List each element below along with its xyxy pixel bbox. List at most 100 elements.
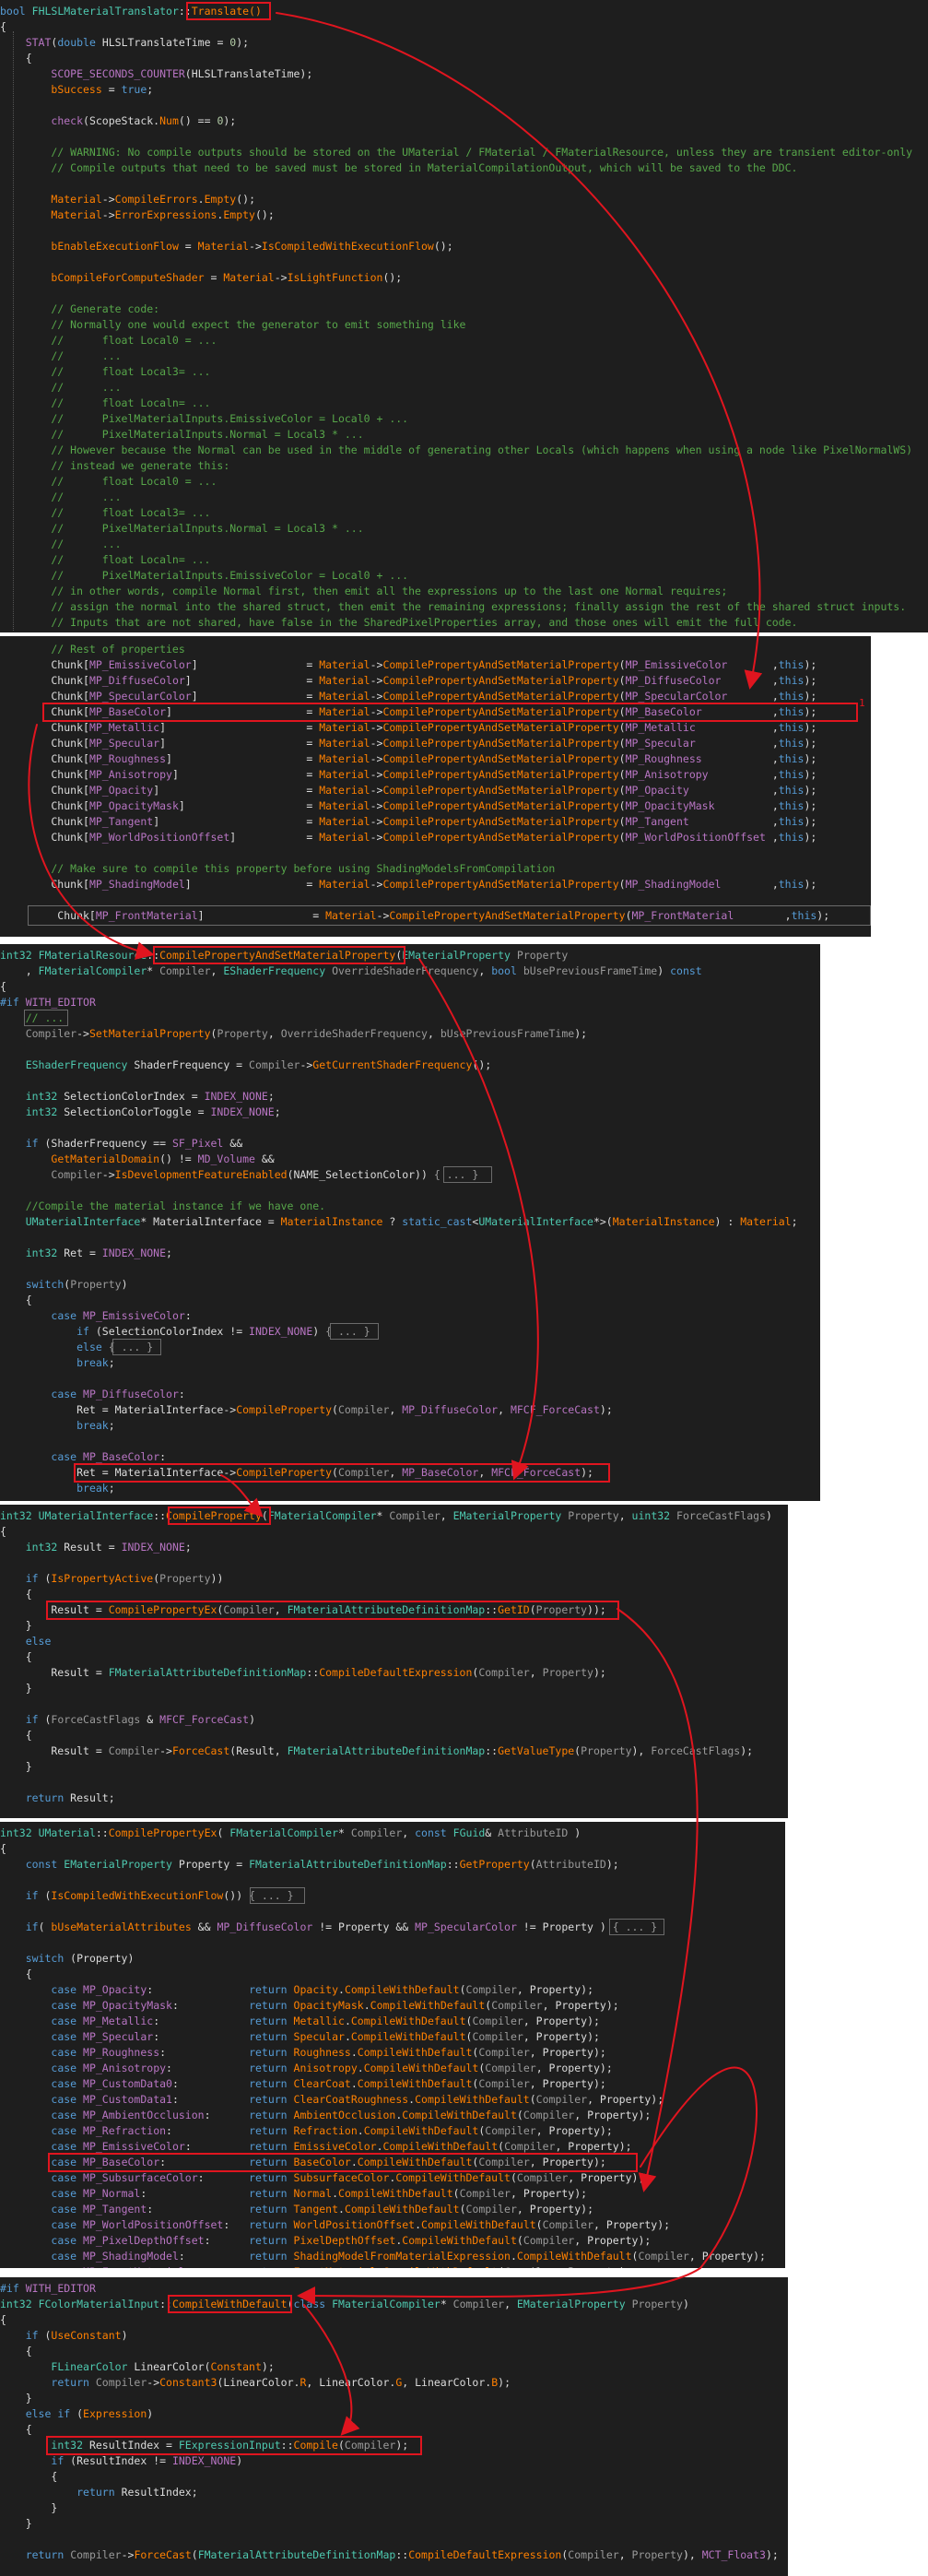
code-comment: // instead we generate this: — [0, 459, 230, 472]
code-line: return Compiler->ForceCast(FMaterialAttr… — [25, 2548, 779, 2561]
code-line: { — [0, 52, 32, 65]
code-line: case MP_Opacity: return Opacity.CompileW… — [51, 1983, 593, 1996]
code-line: if( bUseMaterialAttributes && MP_Diffuse… — [25, 1920, 658, 1933]
code-line: SCOPE_SECONDS_COUNTER(HLSLTranslateTime)… — [51, 67, 313, 80]
code-line: case MP_DiffuseColor: — [51, 1388, 185, 1400]
code-line: Chunk[MP_OpacityMask] = Material->Compil… — [0, 799, 817, 812]
code-line: { — [0, 1588, 32, 1601]
fold-marker[interactable] — [24, 1010, 68, 1026]
code-panel-translate: bool FHLSLMaterialTranslator::Translate(… — [0, 0, 928, 632]
fold-marker[interactable] — [250, 1887, 305, 1904]
code-line: Chunk[MP_ShadingModel] = Material->Compi… — [0, 878, 817, 891]
code-line: switch (Property) — [25, 1952, 135, 1965]
code-line: Chunk[MP_Opacity] = Material->CompilePro… — [0, 784, 817, 797]
code-comment: // ... — [0, 381, 122, 394]
code-panel-compilewithdefault: #if WITH_EDITOR int32 FColorMaterialInpu… — [0, 2277, 788, 2576]
code-line: if (IsPropertyActive(Property)) — [25, 1572, 224, 1585]
basecolor-case-highlight — [74, 1463, 610, 1483]
code-line: break; — [76, 1356, 115, 1369]
code-line: Chunk[MP_EmissiveColor] = Material->Comp… — [0, 658, 817, 671]
code-line: { — [0, 2313, 6, 2326]
code-line: case MP_Refraction: return Refraction.Co… — [51, 2124, 613, 2137]
code-comment: // float Localn= ... — [0, 396, 211, 409]
code-line: return Compiler->Constant3(LinearColor.R… — [51, 2376, 511, 2389]
code-line: { — [0, 1729, 32, 1742]
code-line: case MP_Roughness: return Roughness.Comp… — [51, 2046, 606, 2059]
code-line: int32 FColorMaterialInput::CompileWithDe… — [0, 2298, 689, 2310]
code-line: case MP_AmbientOcclusion: return Ambient… — [51, 2109, 652, 2121]
code-line: return ResultIndex; — [76, 2486, 198, 2499]
annotation-number: 1 — [859, 697, 865, 709]
code-line: EShaderFrequency ShaderFrequency = Compi… — [25, 1058, 492, 1071]
code-line: break; — [76, 1482, 115, 1495]
fold-marker[interactable] — [112, 1339, 161, 1355]
code-comment: // ... — [0, 349, 122, 362]
code-comment: // float Local3= ... — [0, 506, 211, 519]
code-line: Result = Compiler->ForceCast(Result, FMa… — [0, 1744, 754, 1757]
code-line: int32 Ret = INDEX_NONE; — [25, 1247, 172, 1259]
code-line: { — [0, 1525, 6, 1538]
code-line: else if (Expression) — [25, 2407, 154, 2420]
code-line: int32 Result = INDEX_NONE; — [25, 1541, 192, 1554]
code-line: case MP_Tangent: return Tangent.CompileW… — [51, 2203, 593, 2216]
code-line: case MP_PixelDepthOffset: return PixelDe… — [51, 2234, 652, 2247]
code-line: Material->ErrorExpressions.Empty(); — [51, 208, 275, 221]
code-comment: // Make sure to compile this property be… — [0, 862, 556, 875]
code-line: #if WITH_EDITOR — [0, 996, 96, 1009]
code-comment: // float Localn= ... — [0, 553, 211, 566]
code-line: else — [25, 1635, 52, 1648]
code-line: { — [0, 2345, 32, 2357]
code-line: #if WITH_EDITOR — [0, 2282, 96, 2295]
fold-marker[interactable] — [330, 1323, 379, 1340]
code-line: { — [0, 980, 6, 993]
code-line: if (ForceCastFlags & MFCF_ForceCast) — [25, 1713, 256, 1726]
code-line: case MP_Specular: return Specular.Compil… — [51, 2030, 600, 2043]
basecolor-case-highlight — [48, 2153, 638, 2172]
code-line: case MP_SubsurfaceColor: return Subsurfa… — [51, 2171, 645, 2184]
code-comment: // float Local3= ... — [0, 365, 211, 378]
code-line: } — [0, 1682, 32, 1695]
code-line: int32 UMaterial::CompilePropertyEx( FMat… — [0, 1826, 581, 1839]
code-line: { — [0, 1650, 32, 1663]
compileproperty-andset-highlight — [153, 946, 405, 964]
code-line: } — [0, 1619, 32, 1632]
code-line: case MP_EmissiveColor: — [51, 1309, 192, 1322]
code-line: if (ShaderFrequency == SF_Pixel && — [25, 1137, 243, 1150]
code-line: Compiler->IsDevelopmentFeatureEnabled(NA… — [51, 1168, 479, 1181]
code-line: Chunk[MP_Anisotropy] = Material->Compile… — [0, 768, 817, 781]
code-line: { — [0, 2470, 58, 2483]
code-line: if (ResultIndex != INDEX_NONE) — [51, 2454, 243, 2467]
code-line: bCompileForComputeShader = Material->IsL… — [51, 271, 403, 284]
code-line: case MP_ShadingModel: return ShadingMode… — [51, 2250, 766, 2263]
code-line: case MP_Anisotropy: return Anisotropy.Co… — [51, 2062, 613, 2074]
code-line: GetMaterialDomain() != MD_Volume && — [51, 1152, 275, 1165]
code-line: check(ScopeStack.Num() == 0); — [51, 114, 237, 127]
code-panel-compileproperty: int32 UMaterialInterface::CompilePropert… — [0, 1505, 788, 1818]
code-comment: // PixelMaterialInputs.Normal = Local3 *… — [0, 428, 364, 441]
code-line: Compiler->SetMaterialProperty(Property, … — [25, 1027, 588, 1040]
code-line: Chunk[MP_Tangent] = Material->CompilePro… — [0, 815, 817, 828]
code-line: const EMaterialProperty Property = FMate… — [25, 1858, 619, 1871]
code-comment: // ... — [0, 490, 122, 503]
code-line: Ret = MaterialInterface->CompileProperty… — [0, 1403, 613, 1416]
code-line: Chunk[MP_WorldPositionOffset] = Material… — [0, 831, 817, 844]
code-line: bSuccess = true; — [51, 83, 154, 96]
code-line: if (SelectionColorIndex != INDEX_NONE) {… — [76, 1325, 370, 1338]
code-line: Chunk[MP_Roughness] = Material->CompileP… — [0, 752, 817, 765]
fold-marker[interactable] — [609, 1919, 664, 1935]
code-line: case MP_WorldPositionOffset: return Worl… — [51, 2218, 671, 2231]
code-line: , FMaterialCompiler* Compiler, EShaderFr… — [0, 964, 702, 977]
code-line: { — [0, 1294, 32, 1306]
code-comment: // Normally one would expect the generat… — [0, 318, 466, 331]
code-comment: // WARNING: No compile outputs should be… — [0, 146, 913, 159]
code-line: Result = FMaterialAttributeDefinitionMap… — [0, 1666, 606, 1679]
code-line: case MP_CustomData1: return ClearCoatRou… — [51, 2093, 664, 2106]
code-line: case MP_Metallic: return Metallic.Compil… — [51, 2015, 600, 2027]
compilepropertyex-call-highlight — [46, 1601, 619, 1620]
code-line: UMaterialInterface* MaterialInterface = … — [25, 1215, 798, 1228]
code-line: Chunk[MP_Specular] = Material->CompilePr… — [0, 737, 817, 750]
code-line: } — [0, 2517, 32, 2530]
fold-marker[interactable] — [443, 1166, 492, 1183]
code-panel-compilepropertyex: int32 UMaterial::CompilePropertyEx( FMat… — [0, 1822, 785, 2268]
code-comment: // PixelMaterialInputs.EmissiveColor = L… — [0, 412, 409, 425]
